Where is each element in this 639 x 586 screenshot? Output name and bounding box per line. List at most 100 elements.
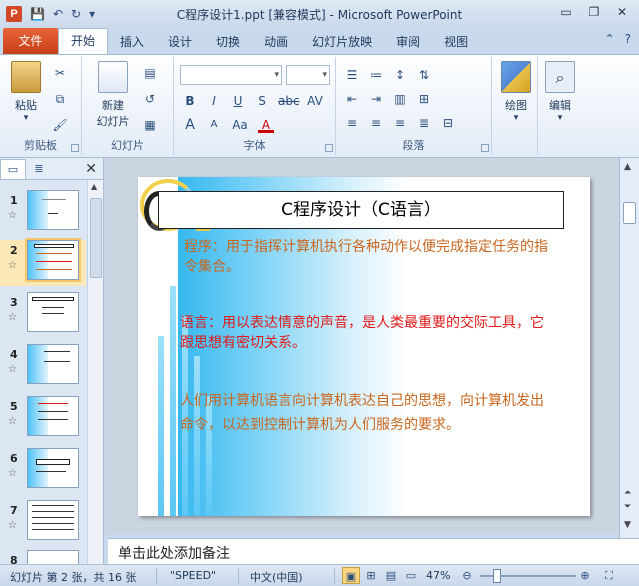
character-spacing-button[interactable]: AV bbox=[306, 93, 324, 109]
customize-qat-icon[interactable]: ▾ bbox=[89, 7, 95, 21]
help-icon[interactable]: ? bbox=[625, 32, 631, 46]
thumbnail-image bbox=[27, 292, 79, 332]
paragraph-dialog-launcher[interactable] bbox=[481, 144, 489, 152]
increase-indent-icon[interactable]: ⇥ bbox=[368, 91, 384, 107]
text-direction-icon[interactable]: ⇅ bbox=[416, 67, 432, 83]
scroll-thumb[interactable] bbox=[623, 202, 636, 224]
clipboard-dialog-launcher[interactable] bbox=[71, 144, 79, 152]
change-case-button[interactable]: Aa bbox=[230, 117, 250, 133]
close-panel-icon[interactable]: ✕ bbox=[85, 161, 97, 177]
editing-vertical-scrollbar[interactable]: ▲ ⏶ ⏷ ▼ bbox=[619, 158, 639, 538]
slide-thumbnail-3[interactable]: 3 ☆ bbox=[0, 292, 86, 338]
slide-thumbnail-4[interactable]: 4 ☆ bbox=[0, 344, 86, 390]
close-icon[interactable]: ✕ bbox=[609, 3, 635, 21]
font-size-combo[interactable]: ▾ bbox=[286, 65, 330, 85]
line-spacing-icon[interactable]: ↕ bbox=[392, 67, 408, 83]
slide-paragraph-computer-language[interactable]: 人们用计算机语言向计算机表达自己的思想，向计算机发出命令，以达到控制计算机为人们… bbox=[180, 389, 550, 437]
quick-access-toolbar: 💾 ↶ ↻ ▾ bbox=[30, 7, 95, 21]
language-status[interactable]: 中文(中国) bbox=[250, 569, 303, 585]
slides-panel-scrollbar[interactable]: ▲ bbox=[87, 180, 103, 564]
slide-title[interactable]: C程序设计（C语言） bbox=[158, 191, 564, 229]
justify-icon[interactable]: ≣ bbox=[416, 115, 432, 131]
tab-file[interactable]: 文件 bbox=[3, 28, 58, 54]
save-icon[interactable]: 💾 bbox=[30, 7, 45, 21]
outline-tab-icon[interactable]: ≣ bbox=[26, 159, 52, 179]
align-text-icon[interactable]: ⊞ bbox=[416, 91, 432, 107]
slide-thumbnail-7[interactable]: 7 ☆ bbox=[0, 500, 86, 546]
scroll-up-icon[interactable]: ▲ bbox=[91, 182, 97, 191]
slide-paragraph-language[interactable]: 语言：用以表达情意的声音，是人类最重要的交际工具，它跟思想有密切关系。 bbox=[180, 313, 550, 353]
animation-star-icon: ☆ bbox=[8, 416, 17, 427]
decrease-indent-icon[interactable]: ⇤ bbox=[344, 91, 360, 107]
scroll-down-icon[interactable]: ▼ bbox=[624, 520, 631, 530]
zoom-slider-knob[interactable] bbox=[493, 569, 501, 583]
slide-sorter-icon[interactable]: ⊞ bbox=[362, 567, 380, 584]
slide-thumbnail-6[interactable]: 6 ☆ bbox=[0, 448, 86, 494]
italic-button[interactable]: I bbox=[206, 93, 222, 109]
font-name-combo[interactable]: ▾ bbox=[180, 65, 282, 85]
notes-pane[interactable]: 单击此处添加备注 bbox=[108, 538, 639, 564]
tab-animations[interactable]: 动画 bbox=[252, 30, 300, 54]
zoom-in-icon[interactable]: ⊕ bbox=[576, 567, 594, 584]
editing-button[interactable]: ⌕ 编辑 ▾ bbox=[542, 61, 578, 123]
slides-tab-icon[interactable]: ▭ bbox=[0, 158, 26, 179]
window-title: C程序设计1.ppt [兼容模式] - Microsoft PowerPoint bbox=[176, 8, 463, 22]
animation-star-icon: ☆ bbox=[8, 210, 17, 221]
powerpoint-app-icon[interactable]: P bbox=[6, 6, 22, 22]
bullets-icon[interactable]: ☰ bbox=[344, 67, 360, 83]
bold-button[interactable]: B bbox=[182, 93, 198, 109]
normal-view-icon[interactable]: ▣ bbox=[342, 567, 360, 584]
zoom-out-icon[interactable]: ⊖ bbox=[458, 567, 476, 584]
paste-button[interactable]: 粘贴 ▾ bbox=[6, 61, 46, 123]
section-icon[interactable]: ▦ bbox=[142, 117, 158, 133]
next-slide-icon[interactable]: ⏷ bbox=[624, 502, 631, 512]
minimize-ribbon-icon[interactable]: ⌃ bbox=[605, 32, 615, 46]
chevron-down-icon: ▾ bbox=[513, 113, 519, 123]
slide-thumbnail-8[interactable]: 8 bbox=[0, 550, 86, 564]
reading-view-icon[interactable]: ▤ bbox=[382, 567, 400, 584]
shadow-button[interactable]: S bbox=[254, 93, 270, 109]
font-color-button[interactable]: A bbox=[258, 117, 274, 133]
tab-design[interactable]: 设计 bbox=[156, 30, 204, 54]
layout-icon[interactable]: ▤ bbox=[142, 65, 158, 81]
slide-canvas[interactable]: C程序设计（C语言） 程序：用于指挥计算机执行各种动作以便完成指定任务的指令集合… bbox=[138, 177, 590, 516]
distribute-icon[interactable]: ⊟ bbox=[440, 115, 456, 131]
tab-slideshow[interactable]: 幻灯片放映 bbox=[300, 30, 384, 54]
underline-button[interactable]: U bbox=[230, 93, 246, 109]
tab-transitions[interactable]: 切换 bbox=[204, 30, 252, 54]
drawing-button[interactable]: 绘图 ▾ bbox=[498, 61, 534, 123]
undo-icon[interactable]: ↶ bbox=[53, 7, 63, 21]
slide-paragraph-program[interactable]: 程序：用于指挥计算机执行各种动作以便完成指定任务的指令集合。 bbox=[184, 237, 554, 277]
slide-thumbnail-1[interactable]: 1 ☆ bbox=[0, 190, 86, 236]
shrink-font-button[interactable]: A bbox=[206, 117, 222, 133]
align-center-icon[interactable]: ≡ bbox=[368, 115, 384, 131]
tab-view[interactable]: 视图 bbox=[432, 30, 480, 54]
restore-icon[interactable]: ❐ bbox=[581, 3, 607, 21]
previous-slide-icon[interactable]: ⏶ bbox=[624, 488, 631, 498]
slideshow-view-icon[interactable]: ▭ bbox=[402, 567, 420, 584]
strikethrough-button[interactable]: abc bbox=[278, 93, 300, 109]
new-slide-button[interactable]: 新建 幻灯片 bbox=[88, 61, 138, 129]
columns-icon[interactable]: ▥ bbox=[392, 91, 408, 107]
tab-insert[interactable]: 插入 bbox=[108, 30, 156, 54]
tab-review[interactable]: 审阅 bbox=[384, 30, 432, 54]
scroll-thumb[interactable] bbox=[90, 198, 102, 278]
minimize-icon[interactable]: ▭ bbox=[553, 3, 579, 21]
numbering-icon[interactable]: ≔ bbox=[368, 67, 384, 83]
align-left-icon[interactable]: ≡ bbox=[344, 115, 360, 131]
redo-icon[interactable]: ↻ bbox=[71, 7, 81, 21]
grow-font-button[interactable]: A bbox=[182, 117, 198, 133]
slide-thumbnail-5[interactable]: 5 ☆ bbox=[0, 396, 86, 442]
tab-home[interactable]: 开始 bbox=[58, 28, 109, 54]
format-painter-icon[interactable]: 🖌 bbox=[52, 117, 68, 133]
font-dialog-launcher[interactable] bbox=[325, 144, 333, 152]
zoom-level[interactable]: 47% bbox=[426, 569, 450, 582]
fit-to-window-icon[interactable]: ⛶ bbox=[600, 567, 618, 584]
scroll-up-icon[interactable]: ▲ bbox=[624, 162, 631, 172]
copy-icon[interactable]: ⧉ bbox=[52, 91, 68, 107]
theme-status[interactable]: "SPEED" bbox=[170, 569, 216, 582]
cut-icon[interactable]: ✂ bbox=[52, 65, 68, 81]
slide-thumbnail-2[interactable]: 2 ☆ bbox=[0, 238, 86, 286]
reset-icon[interactable]: ↺ bbox=[142, 91, 158, 107]
align-right-icon[interactable]: ≡ bbox=[392, 115, 408, 131]
